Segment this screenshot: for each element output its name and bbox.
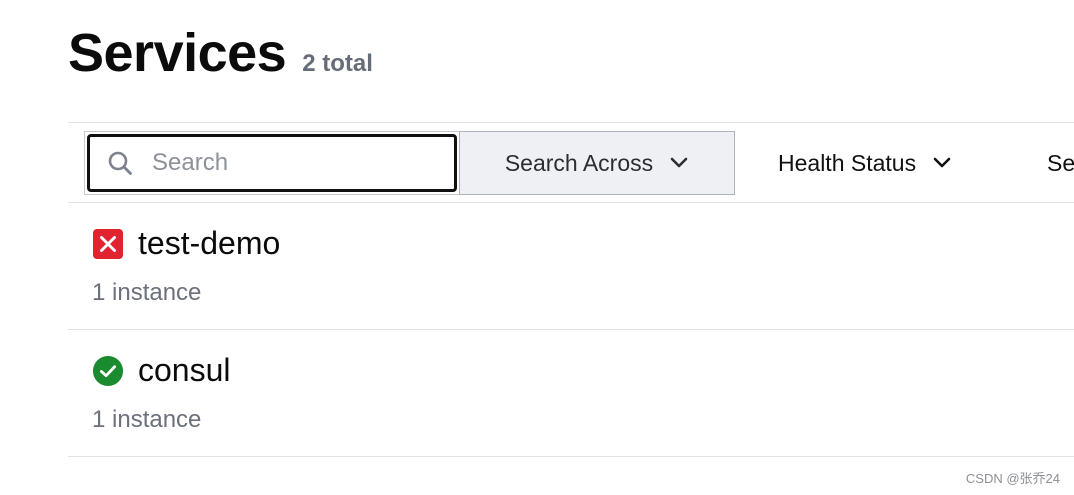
instance-count: 1 instance <box>92 279 202 306</box>
search-across-label: Search Across <box>504 149 654 176</box>
source-label: Se <box>1047 149 1074 176</box>
search-icon <box>106 149 134 177</box>
divider <box>68 122 1074 123</box>
search-input[interactable] <box>152 149 432 177</box>
filter-toolbar: Search Across Health Status Se <box>84 131 1074 195</box>
search-box <box>84 131 460 195</box>
page-header: Services 2 total <box>68 22 373 84</box>
search-across-dropdown[interactable]: Search Across <box>459 131 735 195</box>
service-name-line: test-demo <box>92 225 280 262</box>
source-dropdown[interactable]: Se <box>1047 131 1074 195</box>
instance-count: 1 instance <box>92 406 202 433</box>
check-circle-icon <box>92 355 124 387</box>
health-status-dropdown[interactable]: Health Status <box>778 131 952 195</box>
chevron-down-icon <box>932 153 952 173</box>
divider <box>68 456 1074 457</box>
x-square-icon <box>92 228 124 260</box>
services-page: Services 2 total Search Across <box>0 0 1074 495</box>
chevron-down-icon <box>669 153 689 173</box>
watermark: CSDN @张乔24 <box>965 471 1060 486</box>
page-title: Services <box>68 23 287 83</box>
service-name-link[interactable]: consul <box>138 352 231 389</box>
total-count: 2 total <box>302 50 373 77</box>
list-item[interactable]: test-demo 1 instance <box>68 203 1074 329</box>
list-item[interactable]: consul 1 instance <box>68 330 1074 456</box>
service-name-line: consul <box>92 352 231 389</box>
health-status-label: Health Status <box>778 149 917 176</box>
service-name-link[interactable]: test-demo <box>138 225 280 262</box>
search-field[interactable] <box>87 134 457 192</box>
